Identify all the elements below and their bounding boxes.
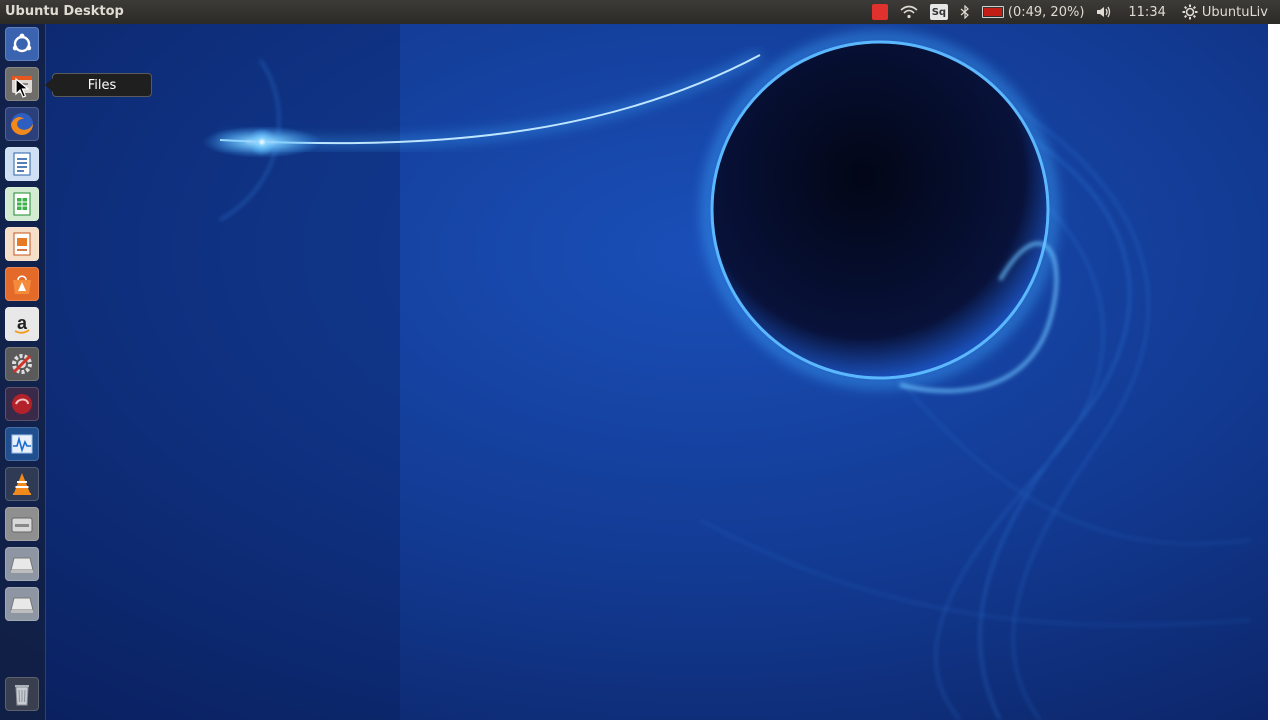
wifi-icon[interactable]	[894, 0, 924, 24]
battery-text: (0:49, 20%)	[1007, 4, 1085, 20]
launcher-item-drive[interactable]	[5, 507, 39, 541]
bluetooth-icon[interactable]	[954, 0, 976, 24]
settings-icon	[12, 354, 32, 374]
launcher-item-impress[interactable]	[5, 227, 39, 261]
drive-icon	[11, 517, 33, 533]
squeeze-indicator[interactable]: Sq	[924, 0, 954, 24]
clock[interactable]: 11:34	[1118, 0, 1175, 24]
ubuntu-logo-icon	[12, 33, 32, 53]
launcher-item-system-monitor[interactable]	[5, 427, 39, 461]
indicator-area: Sq (0:49, 20%) 11:34 UbuntuLiv	[866, 0, 1280, 24]
red-app-icon	[12, 394, 32, 414]
svg-text:a: a	[17, 313, 28, 333]
software-center-icon	[13, 275, 31, 294]
launcher-item-settings[interactable]	[5, 347, 39, 381]
launcher: a	[0, 24, 46, 720]
launcher-item-calc[interactable]	[5, 187, 39, 221]
launcher-item-app[interactable]	[5, 387, 39, 421]
window-title: Ubuntu Desktop	[5, 4, 124, 19]
launcher-item-firefox[interactable]	[5, 107, 39, 141]
vlc-icon	[13, 473, 31, 495]
volume-icon[interactable]	[1090, 0, 1118, 24]
amazon-icon: a	[14, 313, 30, 334]
launcher-item-disk[interactable]	[5, 587, 39, 621]
battery-icon	[981, 6, 1004, 18]
disk-icon	[10, 557, 34, 573]
launcher-item-dash[interactable]	[5, 27, 39, 61]
wallpaper	[0, 0, 1280, 720]
launcher-item-software[interactable]	[5, 267, 39, 301]
impress-icon	[13, 232, 31, 256]
launcher-item-writer[interactable]	[5, 147, 39, 181]
disk-icon	[10, 597, 34, 613]
launcher-item-vlc[interactable]	[5, 467, 39, 501]
mouse-cursor-icon	[15, 78, 29, 98]
launcher-item-disk[interactable]	[5, 547, 39, 581]
launcher-item-amazon[interactable]: a	[5, 307, 39, 341]
battery-indicator[interactable]: (0:49, 20%)	[976, 0, 1091, 24]
desktop: Ubuntu Desktop Sq (0:49, 20%) 11:34 Ubun…	[0, 0, 1280, 720]
writer-icon	[13, 152, 31, 176]
launcher-item-trash[interactable]	[5, 677, 39, 711]
trash-icon	[15, 685, 29, 706]
system-monitor-icon	[11, 434, 33, 454]
screen-edge	[1268, 24, 1280, 720]
tooltip-label: Files	[87, 77, 117, 93]
firefox-icon	[11, 113, 33, 135]
record-icon[interactable]	[866, 0, 894, 24]
session-menu[interactable]: UbuntuLiv	[1176, 0, 1280, 24]
top-panel: Ubuntu Desktop Sq (0:49, 20%) 11:34 Ubun…	[0, 0, 1280, 24]
gear-icon	[1182, 4, 1198, 20]
calc-icon	[13, 192, 31, 216]
launcher-tooltip: Files	[45, 73, 152, 97]
session-user: UbuntuLiv	[1201, 4, 1268, 20]
